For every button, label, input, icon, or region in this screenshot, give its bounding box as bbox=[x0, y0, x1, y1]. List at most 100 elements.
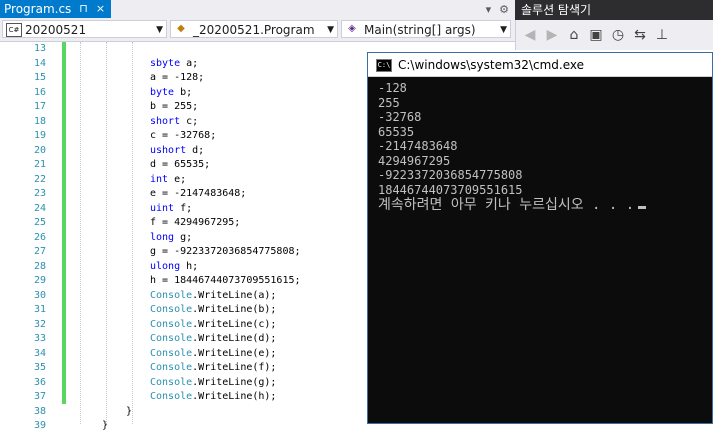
member-label: Main(string[] args) bbox=[364, 23, 476, 37]
pin-icon[interactable]: ⊥ bbox=[654, 27, 670, 43]
code-token: .WriteLine(d); bbox=[192, 333, 277, 344]
line-number: 15 bbox=[33, 72, 46, 83]
back-icon[interactable]: ◀ bbox=[522, 27, 538, 43]
history-icon[interactable]: ◷ bbox=[610, 27, 626, 43]
console-app-icon: C:\ bbox=[376, 59, 392, 72]
navigation-bar: C# 20200521 ▼ ◆ _20200521.Program ▼ ◈ Ma… bbox=[0, 18, 515, 42]
console-line: -32768 bbox=[378, 110, 712, 125]
close-icon[interactable]: × bbox=[96, 0, 105, 18]
line-number: 28 bbox=[33, 260, 46, 272]
code-line[interactable]: g = -9223372036854775808; bbox=[150, 246, 301, 257]
line-number: 14 bbox=[33, 57, 46, 69]
project-dropdown[interactable]: C# 20200521 ▼ bbox=[2, 20, 167, 38]
code-token: g = -9223372036854775808; bbox=[150, 246, 301, 257]
code-token: .WriteLine(f); bbox=[192, 362, 277, 373]
tab-list-dropdown-icon[interactable]: ▾ bbox=[486, 3, 492, 16]
code-line[interactable]: Console.WriteLine(d); bbox=[150, 333, 276, 344]
code-line[interactable]: Console.WriteLine(c); bbox=[150, 319, 276, 330]
line-number-gutter: 13 14 15 16 17 18 19 20 21 22 23 24 25 26 27 28 29 30 31 32… bbox=[0, 42, 46, 431]
chevron-down-icon: ▼ bbox=[327, 25, 334, 35]
code-token: f = 4294967295; bbox=[150, 217, 241, 228]
code-line[interactable]: } bbox=[102, 420, 108, 431]
console-line: -128 bbox=[378, 81, 712, 96]
code-token: c = -32768; bbox=[150, 130, 217, 141]
console-title: C:\windows\system32\cmd.exe bbox=[398, 58, 584, 72]
keyword-token: sbyte bbox=[150, 57, 181, 69]
line-number: 24 bbox=[33, 202, 46, 214]
console-line: 255 bbox=[378, 96, 712, 111]
line-number: 22 bbox=[33, 173, 46, 185]
code-line[interactable]: ushort d; bbox=[150, 145, 204, 156]
code-line[interactable]: c = -32768; bbox=[150, 130, 216, 141]
line-number: 36 bbox=[33, 376, 46, 388]
code-line[interactable]: sbyte a; bbox=[150, 58, 198, 69]
line-number: 35 bbox=[33, 362, 46, 373]
line-number: 16 bbox=[33, 86, 46, 98]
console-line-text: -2147483648 bbox=[378, 139, 458, 153]
code-token: a; bbox=[180, 57, 199, 69]
code-line[interactable]: Console.WriteLine(a); bbox=[150, 290, 276, 301]
code-line[interactable]: short c; bbox=[150, 116, 198, 127]
line-number: 33 bbox=[33, 333, 46, 344]
tab-program-cs[interactable]: Program.cs ⊓ × bbox=[0, 0, 112, 18]
line-number: 26 bbox=[33, 231, 46, 243]
console-line-text: 계속하려면 아무 키나 누르십시오 . . . bbox=[378, 197, 635, 213]
code-token: .WriteLine(b); bbox=[192, 304, 277, 315]
indent-guide bbox=[132, 42, 133, 424]
line-number: 37 bbox=[33, 391, 46, 402]
code-line[interactable]: e = -2147483648; bbox=[150, 188, 246, 199]
code-line[interactable]: b = 255; bbox=[150, 101, 198, 112]
line-number: 32 bbox=[33, 318, 46, 330]
csharp-project-icon: C# bbox=[6, 23, 22, 37]
code-line[interactable]: Console.WriteLine(e); bbox=[150, 348, 276, 359]
code-line[interactable]: Console.WriteLine(g); bbox=[150, 377, 276, 388]
switch-views-icon[interactable]: ▣ bbox=[588, 27, 604, 43]
keyword-token: uint bbox=[150, 202, 175, 214]
code-line[interactable]: long g; bbox=[150, 232, 192, 243]
code-line[interactable]: d = 65535; bbox=[150, 159, 210, 170]
keyword-token: short bbox=[150, 115, 181, 127]
line-number: 18 bbox=[33, 115, 46, 127]
code-token: .WriteLine(g); bbox=[192, 376, 277, 388]
indent-guide bbox=[80, 42, 81, 424]
code-line[interactable]: a = -128; bbox=[150, 72, 204, 83]
type-token: Console bbox=[150, 304, 193, 315]
code-token: h; bbox=[180, 260, 199, 272]
sync-icon[interactable]: ⇆ bbox=[632, 27, 648, 43]
line-number: 23 bbox=[33, 188, 46, 199]
code-token: e = -2147483648; bbox=[150, 188, 247, 199]
type-token: Console bbox=[150, 318, 193, 330]
code-line[interactable]: byte b; bbox=[150, 87, 192, 98]
forward-icon[interactable]: ▶ bbox=[544, 27, 560, 43]
console-title-bar[interactable]: C:\ C:\windows\system32\cmd.exe bbox=[368, 53, 712, 77]
member-dropdown[interactable]: ◈ Main(string[] args) ▼ bbox=[341, 20, 511, 38]
code-line[interactable]: } bbox=[126, 406, 132, 417]
code-token: d = 65535; bbox=[150, 159, 211, 170]
code-line[interactable]: Console.WriteLine(f); bbox=[150, 362, 276, 373]
code-line[interactable]: ulong h; bbox=[150, 261, 198, 272]
code-token: e; bbox=[168, 173, 187, 185]
code-line[interactable]: Console.WriteLine(h); bbox=[150, 391, 276, 402]
keyword-token: int bbox=[150, 173, 169, 185]
line-number: 31 bbox=[33, 304, 46, 315]
console-window[interactable]: C:\ C:\windows\system32\cmd.exe -128 255-… bbox=[367, 52, 713, 424]
code-line[interactable]: uint f; bbox=[150, 203, 192, 214]
code-token: a = -128; bbox=[150, 72, 205, 83]
keyword-token: byte bbox=[150, 86, 175, 98]
code-token: f; bbox=[174, 202, 193, 214]
gear-icon[interactable]: ⚙ bbox=[499, 3, 509, 16]
code-token: .WriteLine(a); bbox=[192, 289, 277, 301]
code-line[interactable]: int e; bbox=[150, 174, 186, 185]
pin-icon[interactable]: ⊓ bbox=[79, 0, 88, 18]
tab-bar-controls: ▾ ⚙ bbox=[486, 0, 515, 18]
console-line: -9223372036854775808 bbox=[378, 168, 712, 183]
code-line[interactable]: f = 4294967295; bbox=[150, 217, 240, 228]
line-number: 38 bbox=[33, 405, 46, 417]
home-icon[interactable]: ⌂ bbox=[566, 27, 582, 43]
line-number: 19 bbox=[33, 130, 46, 141]
code-token: h = 18446744073709551615; bbox=[150, 275, 301, 286]
code-line[interactable]: Console.WriteLine(b); bbox=[150, 304, 276, 315]
console-line-text: 18446744073709551615 bbox=[378, 182, 523, 197]
class-dropdown[interactable]: ◆ _20200521.Program ▼ bbox=[170, 20, 338, 38]
code-line[interactable]: h = 18446744073709551615; bbox=[150, 275, 301, 286]
